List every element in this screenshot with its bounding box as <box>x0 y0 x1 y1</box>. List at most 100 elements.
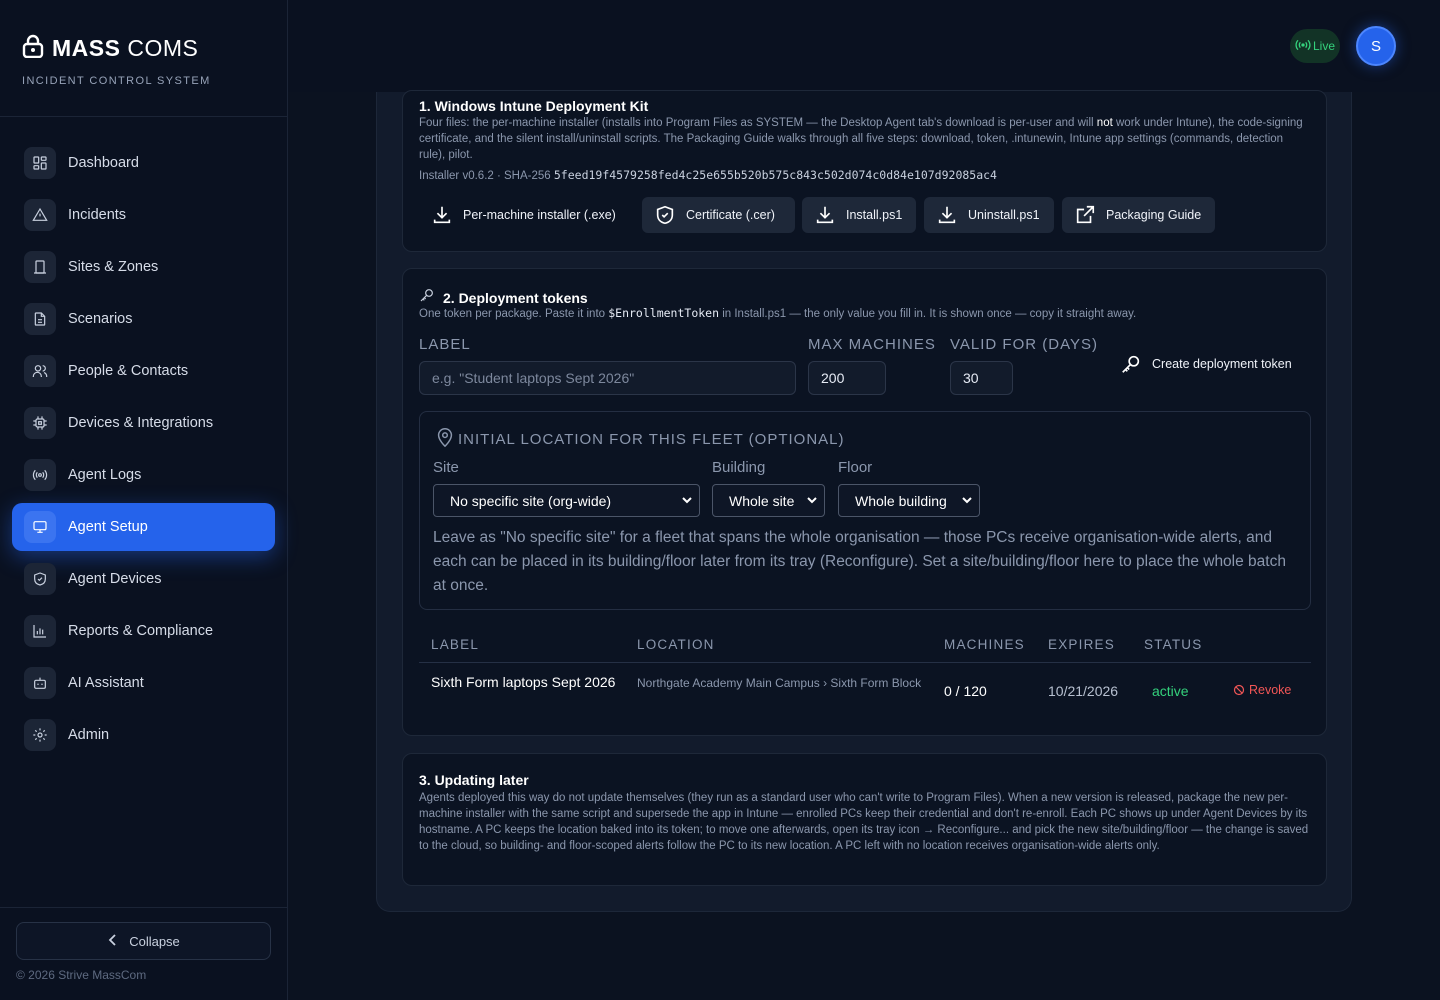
chip-icon <box>24 407 56 439</box>
sidebar-item-label: Incidents <box>68 207 127 223</box>
brand: MASS COMS INCIDENT CONTROL SYSTEM <box>0 0 287 117</box>
sidebar-item-scenarios[interactable]: Scenarios <box>12 295 275 343</box>
column-header-machines: MACHINES <box>944 637 1025 652</box>
sidebar-item-people-contacts[interactable]: People & Contacts <box>12 347 275 395</box>
button-label: Uninstall.ps1 <box>968 208 1040 222</box>
monitor-icon <box>24 511 56 543</box>
agent-setup-panel: 1. Windows Intune Deployment Kit Four fi… <box>376 90 1352 912</box>
sidebar-item-ai-assistant[interactable]: AI Assistant <box>12 659 275 707</box>
column-header-location: LOCATION <box>637 637 715 652</box>
bar-chart-icon <box>24 615 56 647</box>
sidebar-nav: Dashboard Incidents Sites & Zones Scenar… <box>0 117 287 759</box>
key-icon <box>1122 355 1140 373</box>
updating-later-card: 3. Updating later Agents deployed this w… <box>402 753 1327 886</box>
collapse-label: Collapse <box>129 933 180 949</box>
sidebar-item-label: People & Contacts <box>68 363 189 379</box>
chevron-down-icon <box>682 497 692 504</box>
packaging-guide-button[interactable]: Packaging Guide <box>1062 197 1215 233</box>
sidebar-item-label: AI Assistant <box>68 675 144 691</box>
site-select[interactable]: No specific site (org-wide) <box>433 484 700 517</box>
chevron-down-icon <box>807 497 817 504</box>
deployment-kit-description: Four files: the per-machine installer (i… <box>419 117 1303 161</box>
dashboard-icon <box>24 147 56 179</box>
bot-icon <box>24 667 56 699</box>
valid-days-heading: VALID FOR (DAYS) <box>950 336 1098 353</box>
button-label: Create deployment token <box>1152 357 1292 371</box>
fleet-location-heading: INITIAL LOCATION FOR THIS FLEET (OPTIONA… <box>434 426 845 453</box>
live-label: Live <box>1312 39 1335 53</box>
download-icon <box>816 206 834 224</box>
column-header-label: LABEL <box>431 637 480 652</box>
sidebar-item-devices-integrations[interactable]: Devices & Integrations <box>12 399 275 447</box>
sidebar-item-reports-compliance[interactable]: Reports & Compliance <box>12 607 275 655</box>
users-icon <box>24 355 56 387</box>
sidebar-footer: Collapse © 2026 Strive MassCom <box>0 907 287 1000</box>
download-installer-button[interactable]: Per-machine installer (.exe) <box>419 197 637 233</box>
lock-logo-icon <box>22 34 44 63</box>
sidebar-item-label: Admin <box>68 727 110 743</box>
revoke-button[interactable]: Revoke <box>1233 683 1291 697</box>
updating-later-description: Agents deployed this way do not update t… <box>419 792 1309 852</box>
download-uninstall-script-button[interactable]: Uninstall.ps1 <box>924 197 1054 233</box>
building-select[interactable]: Whole site <box>712 484 825 517</box>
site-label: Site <box>433 459 459 476</box>
max-machines-input[interactable]: 200 <box>808 361 886 395</box>
download-icon <box>938 206 956 224</box>
fleet-location-box: INITIAL LOCATION FOR THIS FLEET (OPTIONA… <box>419 411 1311 610</box>
ban-icon <box>1233 684 1245 696</box>
sidebar-item-label: Agent Setup <box>68 519 148 535</box>
status-badge: active <box>1152 683 1189 699</box>
token-expires-cell: 10/21/2026 <box>1048 683 1119 699</box>
chevron-down-icon <box>962 497 972 504</box>
sidebar-item-label: Devices & Integrations <box>68 415 214 431</box>
create-token-button[interactable]: Create deployment token <box>1108 346 1308 382</box>
broadcast-icon <box>1295 38 1311 55</box>
live-indicator[interactable]: Live <box>1290 29 1340 63</box>
sidebar: MASS COMS INCIDENT CONTROL SYSTEM Dashbo… <box>0 0 288 1000</box>
table-divider <box>419 662 1311 663</box>
column-header-expires: EXPIRES <box>1048 637 1115 652</box>
sidebar-item-label: Agent Logs <box>68 467 142 483</box>
fleet-location-help: Leave as "No specific site" for a fleet … <box>433 529 1286 594</box>
sidebar-item-agent-devices[interactable]: Agent Devices <box>12 555 275 603</box>
building-label: Building <box>712 459 766 476</box>
button-label: Install.ps1 <box>846 208 903 222</box>
sidebar-item-incidents[interactable]: Incidents <box>12 191 275 239</box>
sidebar-item-agent-logs[interactable]: Agent Logs <box>12 451 275 499</box>
installer-meta: Installer v0.6.2 · SHA-256 5feed19f45792… <box>419 168 997 182</box>
gear-icon <box>24 719 56 751</box>
download-icon <box>433 206 451 224</box>
sidebar-item-agent-setup[interactable]: Agent Setup <box>12 503 275 551</box>
token-machines-cell: 0 / 120 <box>944 683 987 699</box>
topbar: Live S <box>288 0 1440 92</box>
download-install-script-button[interactable]: Install.ps1 <box>802 197 916 233</box>
sidebar-item-dashboard[interactable]: Dashboard <box>12 139 275 187</box>
button-label: Per-machine installer (.exe) <box>463 208 616 222</box>
sidebar-item-label: Sites & Zones <box>68 259 159 275</box>
token-label-input[interactable]: e.g. "Student laptops Sept 2026" <box>419 361 796 395</box>
deployment-tokens-title: 2. Deployment tokens <box>443 289 588 306</box>
broadcast-icon <box>24 459 56 491</box>
floor-label: Floor <box>838 459 873 476</box>
sidebar-item-sites-zones[interactable]: Sites & Zones <box>12 243 275 291</box>
token-location-cell: Northgate Academy Main Campus › Sixth Fo… <box>637 676 922 690</box>
building-icon <box>24 251 56 283</box>
avatar[interactable]: S <box>1356 26 1396 66</box>
sidebar-item-label: Reports & Compliance <box>68 623 214 639</box>
button-label: Certificate (.cer) <box>686 208 775 222</box>
label-field-heading: LABEL <box>419 336 471 353</box>
token-label-cell: Sixth Form laptops Sept 2026 <box>431 674 616 690</box>
chevron-left-icon <box>107 933 119 949</box>
sidebar-item-label: Dashboard <box>68 155 139 171</box>
download-certificate-button[interactable]: Certificate (.cer) <box>642 197 795 233</box>
sidebar-item-label: Scenarios <box>68 311 133 327</box>
collapse-button[interactable]: Collapse <box>16 922 271 960</box>
shield-check-icon <box>656 205 674 225</box>
valid-days-input[interactable]: 30 <box>950 361 1013 395</box>
sidebar-item-admin[interactable]: Admin <box>12 711 275 759</box>
floor-select[interactable]: Whole building <box>838 484 980 517</box>
column-header-status: STATUS <box>1144 637 1203 652</box>
map-pin-icon <box>434 426 456 453</box>
deployment-kit-title: 1. Windows Intune Deployment Kit <box>419 98 649 114</box>
alert-triangle-icon <box>24 199 56 231</box>
